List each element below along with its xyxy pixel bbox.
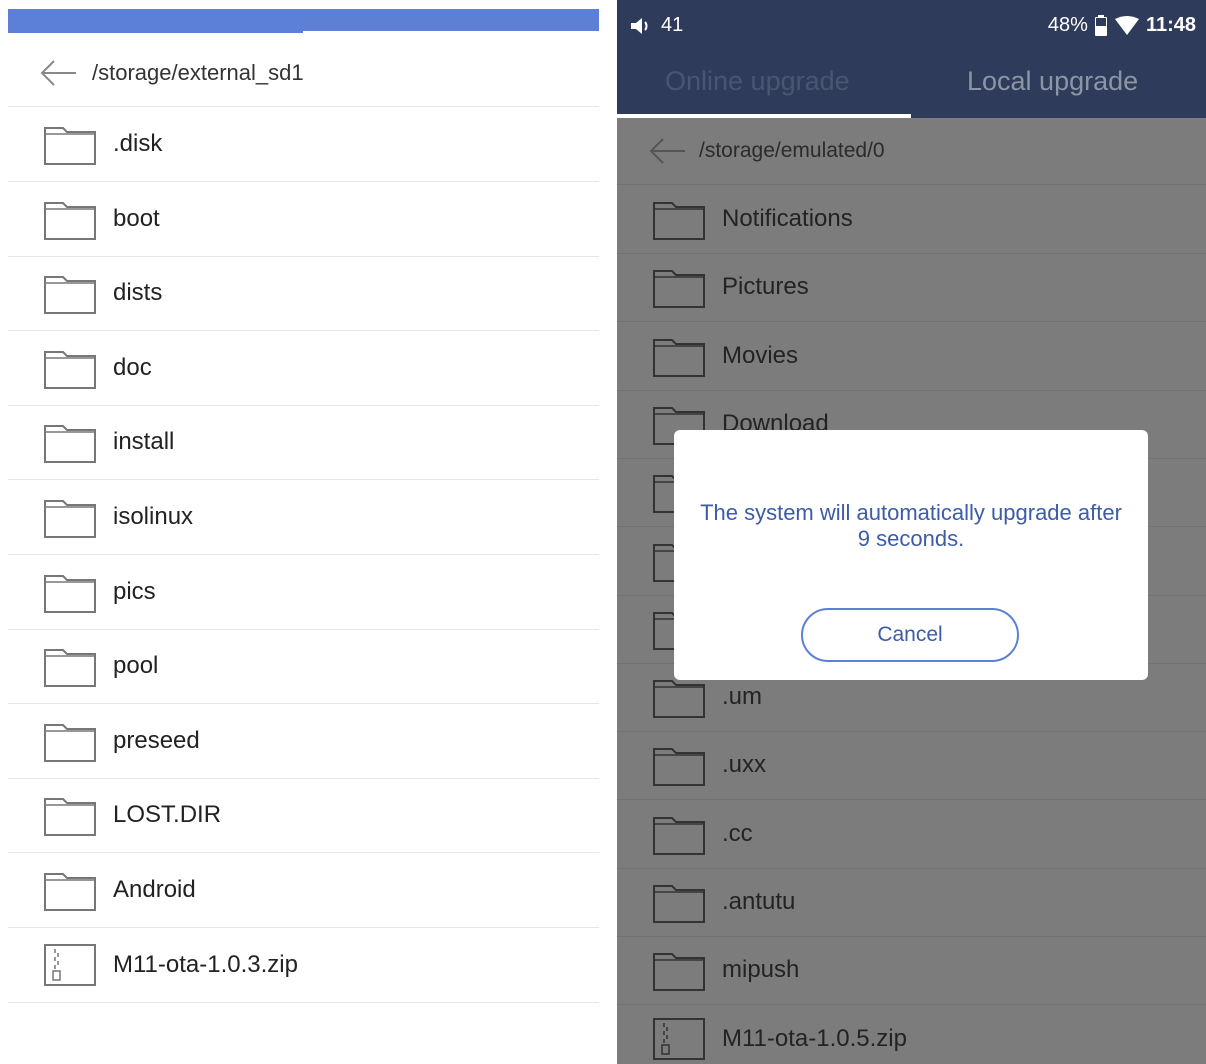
item-label: LOST.DIR bbox=[113, 801, 222, 829]
item-label: mipush bbox=[722, 956, 800, 984]
folder-icon bbox=[43, 346, 97, 390]
folder-icon bbox=[43, 420, 97, 464]
cancel-button[interactable]: Cancel bbox=[801, 608, 1019, 662]
folder-row[interactable]: preseed bbox=[8, 704, 599, 779]
item-label: Movies bbox=[722, 341, 799, 369]
folder-row[interactable]: .antutu bbox=[617, 868, 1206, 937]
folder-row[interactable]: .uxx bbox=[617, 731, 1206, 801]
folder-icon bbox=[652, 812, 706, 856]
item-label: Pictures bbox=[722, 273, 809, 301]
path-bar: /storage/emulated/0 bbox=[617, 118, 1206, 185]
folder-icon bbox=[652, 334, 706, 378]
folder-icon bbox=[652, 948, 706, 992]
status-bar: 41 48% 11:48 bbox=[617, 0, 1206, 50]
folder-row[interactable]: Pictures bbox=[617, 253, 1206, 323]
item-label: .cc bbox=[722, 819, 753, 847]
path-bar: /storage/external_sd1 bbox=[8, 40, 599, 107]
item-label: .antutu bbox=[722, 888, 796, 915]
folder-row[interactable]: doc bbox=[8, 331, 599, 406]
folder-row[interactable]: .cc bbox=[617, 800, 1206, 869]
folder-icon bbox=[43, 271, 97, 315]
folder-row[interactable]: install bbox=[8, 405, 599, 481]
zip-file-icon bbox=[43, 943, 97, 987]
item-label: dists bbox=[113, 279, 163, 307]
upgrade-tabs: Online upgrade Local upgrade bbox=[617, 50, 1206, 118]
progress-rest bbox=[303, 9, 599, 31]
file-row[interactable]: M11-ota-1.0.5.zip bbox=[617, 1005, 1206, 1064]
folder-icon bbox=[652, 880, 706, 924]
item-label: preseed bbox=[113, 726, 200, 754]
item-label: isolinux bbox=[113, 503, 194, 530]
folder-row[interactable]: Notifications bbox=[617, 185, 1206, 254]
folder-icon bbox=[43, 495, 97, 539]
folder-row[interactable]: dists bbox=[8, 256, 599, 332]
folder-row[interactable]: Android bbox=[8, 853, 599, 928]
folder-icon bbox=[652, 743, 706, 787]
folder-icon bbox=[43, 644, 97, 688]
right-panel: 41 48% 11:48 Online upgrade Local upgrad… bbox=[617, 0, 1206, 1064]
item-label: .uxx bbox=[722, 751, 767, 779]
item-label: pics bbox=[113, 577, 156, 605]
folder-row[interactable]: boot bbox=[8, 182, 599, 257]
item-label: pool bbox=[113, 652, 159, 680]
volume-icon bbox=[629, 16, 655, 36]
folder-icon bbox=[43, 719, 97, 763]
item-label: .disk bbox=[113, 130, 163, 157]
progress-bar bbox=[8, 9, 599, 33]
folder-icon bbox=[43, 570, 97, 614]
back-arrow-icon[interactable] bbox=[38, 58, 78, 88]
wifi-icon bbox=[1114, 15, 1140, 36]
left-panel: /storage/external_sd1 .disk boot dists doc i… bbox=[8, 0, 599, 1064]
item-label: .um bbox=[722, 683, 763, 711]
folder-icon bbox=[652, 197, 706, 241]
item-label: Android bbox=[113, 876, 196, 903]
item-label: boot bbox=[113, 204, 160, 232]
item-label: doc bbox=[113, 353, 152, 381]
back-arrow-icon[interactable] bbox=[647, 136, 687, 166]
folder-icon bbox=[43, 793, 97, 837]
file-row[interactable]: M11-ota-1.0.3.zip bbox=[8, 928, 599, 1003]
current-path: /storage/external_sd1 bbox=[92, 60, 304, 85]
dialog-message: The system will automatically upgrade af… bbox=[700, 500, 1122, 551]
folder-row[interactable]: .disk bbox=[8, 107, 599, 182]
tab-online-upgrade[interactable]: Online upgrade bbox=[665, 66, 850, 97]
folder-icon bbox=[43, 868, 97, 912]
volume-level: 41 bbox=[661, 14, 684, 36]
folder-icon bbox=[652, 675, 706, 719]
folder-icon bbox=[652, 265, 706, 309]
auto-upgrade-dialog: The system will automatically upgrade af… bbox=[674, 430, 1148, 680]
folder-icon bbox=[43, 197, 97, 241]
zip-file-icon bbox=[652, 1017, 706, 1061]
folder-row[interactable]: LOST.DIR bbox=[8, 778, 599, 854]
battery-percent: 48% bbox=[1047, 14, 1088, 36]
folder-icon bbox=[43, 122, 97, 166]
clock-time: 11:48 bbox=[1145, 14, 1196, 36]
folder-row[interactable]: pool bbox=[8, 629, 599, 705]
current-path: /storage/emulated/0 bbox=[699, 139, 885, 162]
folder-row[interactable]: Movies bbox=[617, 322, 1206, 391]
item-label: Notifications bbox=[722, 205, 853, 232]
progress-fill bbox=[8, 9, 303, 33]
battery-icon bbox=[1094, 14, 1108, 37]
item-label: M11-ota-1.0.3.zip bbox=[113, 950, 298, 978]
item-label: M11-ota-1.0.5.zip bbox=[722, 1024, 907, 1052]
folder-row[interactable]: isolinux bbox=[8, 480, 599, 555]
folder-row[interactable]: mipush bbox=[617, 936, 1206, 1006]
folder-row[interactable]: pics bbox=[8, 555, 599, 630]
tab-local-upgrade[interactable]: Local upgrade bbox=[967, 66, 1138, 97]
item-label: install bbox=[113, 428, 175, 456]
